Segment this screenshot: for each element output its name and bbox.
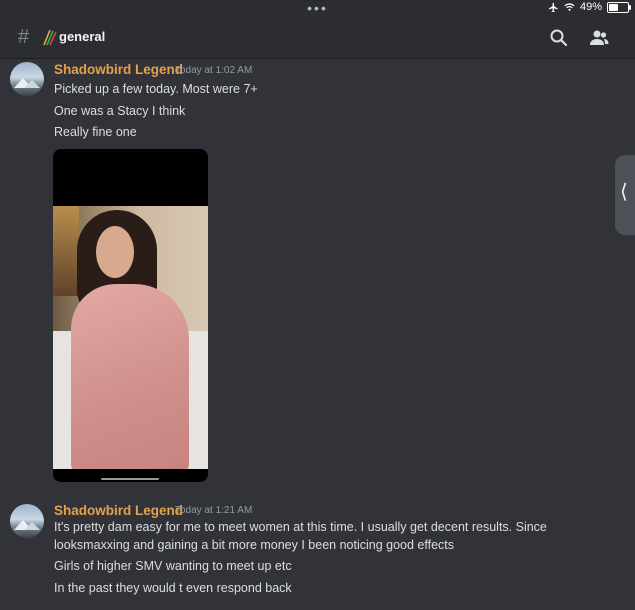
hash-icon: # xyxy=(18,26,30,48)
message-text: One was a Stacy I think xyxy=(54,104,186,118)
home-indicator xyxy=(101,478,159,480)
message-text: Girls of higher SMV wanting to meet up e… xyxy=(54,559,292,573)
avatar-mountain xyxy=(24,80,40,88)
side-panel-handle[interactable]: ⟨ xyxy=(615,155,635,235)
photo-lamp xyxy=(53,206,79,296)
photo-dress xyxy=(71,284,189,469)
attachment-photo xyxy=(53,206,208,469)
status-bar: ••• 49% xyxy=(0,0,635,18)
battery-fill xyxy=(609,3,618,11)
search-icon[interactable] xyxy=(547,26,571,50)
battery-percent: 49% xyxy=(579,1,602,13)
airplane-icon xyxy=(548,2,558,12)
author-name[interactable]: Shadowbird Legend xyxy=(54,503,183,518)
avatar[interactable] xyxy=(10,504,44,538)
avatar-mountain xyxy=(24,522,40,530)
status-right: 49% xyxy=(548,1,631,13)
wifi-icon xyxy=(564,2,575,11)
members-icon[interactable] xyxy=(587,26,611,50)
message-text: In the past they would t even respond ba… xyxy=(54,581,292,595)
message-text: looksmaxxing and gaining a bit more mone… xyxy=(54,538,455,552)
message-text: Really fine one xyxy=(54,125,137,139)
chevron-left-icon: ⟨ xyxy=(620,181,628,203)
message-text: Picked up a few today. Most were 7+ xyxy=(54,82,258,96)
author-name[interactable]: Shadowbird Legend xyxy=(54,62,183,77)
channel-emoji-icon xyxy=(43,29,57,46)
image-attachment[interactable] xyxy=(53,149,208,482)
battery-icon xyxy=(607,1,631,13)
channel-header: # general xyxy=(0,18,635,59)
channel-name[interactable]: general xyxy=(59,29,105,44)
timestamp: Today at 1:02 AM xyxy=(175,65,253,76)
avatar[interactable] xyxy=(10,62,44,96)
multitasking-dots[interactable]: ••• xyxy=(0,0,635,16)
message-text: It's pretty dam easy for me to meet wome… xyxy=(54,520,547,534)
photo-face xyxy=(96,226,134,278)
timestamp: Today at 1:21 AM xyxy=(175,505,253,516)
